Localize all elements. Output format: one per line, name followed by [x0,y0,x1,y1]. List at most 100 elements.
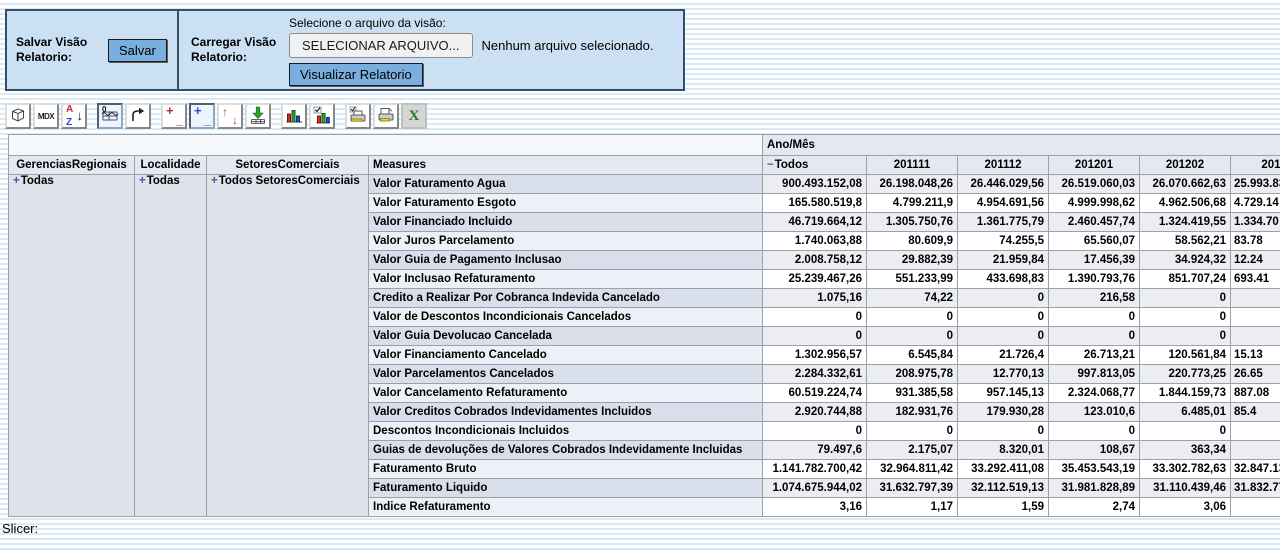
month-column-header[interactable]: 201203 [1231,156,1280,175]
pivot-thead: Ano/MêsGerenciasRegionaisLocalidadeSetor… [9,135,1280,175]
measure-name-cell: Valor Guia de Pagamento Inclusao [369,251,763,270]
pivot-table: Ano/MêsGerenciasRegionaisLocalidadeSetor… [8,134,1280,517]
value-cell: 1.740.063,88 [763,232,867,251]
value-cell: 900.493.152,08 [763,175,867,194]
value-cell: 12.770,13 [958,365,1049,384]
month-column-header[interactable]: −Todos [763,156,867,175]
value-cell: 0 [1049,422,1140,441]
value-cell: 0 [1140,289,1231,308]
value-cell: 887.08 [1231,384,1280,403]
value-cell: 26.65 [1231,365,1280,384]
drill-member-button[interactable]: +_ [161,103,187,129]
value-cell: 1,59 [958,498,1049,517]
measure-name-cell: Valor Creditos Cobrados Indevidamentes I… [369,403,763,422]
view-report-button[interactable]: Visualizar Relatorio [289,63,423,86]
value-cell: 216,58 [1049,289,1140,308]
value-cell: 26.198.048,26 [867,175,958,194]
value-cell: 26.519.060,03 [1049,175,1140,194]
chart-properties-button[interactable] [309,103,335,129]
month-column-header[interactable]: 201201 [1049,156,1140,175]
value-cell [1231,498,1280,517]
save-button[interactable]: Salvar [108,39,167,62]
value-cell: 2.920.744,88 [763,403,867,422]
swap-axes-arrow-icon [129,106,147,127]
zero-icon: 0 [102,105,106,114]
value-cell: 931.385,58 [867,384,958,403]
value-cell: 17.456,39 [1049,251,1140,270]
value-cell: 65.560,07 [1049,232,1140,251]
value-cell: 2.324.068,77 [1049,384,1140,403]
pivot-table-container: Ano/MêsGerenciasRegionaisLocalidadeSetor… [8,134,1280,517]
column-header: SetoresComerciais [207,156,369,175]
collapse-icon[interactable]: − [767,159,774,171]
month-column-header[interactable]: 201112 [958,156,1049,175]
drill-replace-button[interactable]: ↑↓ [217,103,243,129]
dimension-member-cell[interactable]: +Todos SetoresComerciais [207,175,369,517]
print-pdf-button[interactable] [373,103,399,129]
sort-button[interactable]: AZ↓ [61,103,87,129]
value-cell: 83.78 [1231,232,1280,251]
select-file-button[interactable]: SELECIONAR ARQUIVO... [289,33,473,58]
measures-tbody: +Todas+Todas+Todos SetoresComerciaisValo… [9,175,1280,517]
save-view-label: Salvar Visão Relatorio: [16,35,94,65]
export-excel-button[interactable]: X [401,103,427,129]
olap-navigator-button[interactable] [5,103,31,129]
measure-name-cell: Indice Refaturamento [369,498,763,517]
value-cell: 1.334.70 [1231,213,1280,232]
dimension-member-cell[interactable]: +Todas [135,175,207,517]
drill-position-button[interactable]: +_ [189,103,215,129]
value-cell: 0 [763,308,867,327]
mdx-editor-button[interactable]: MDX [33,103,59,129]
drill-through-button[interactable] [245,103,271,129]
value-cell: 1.844.159,73 [1140,384,1231,403]
value-cell: 3,06 [1140,498,1231,517]
value-cell: 123.010,6 [1049,403,1140,422]
value-cell: 165.580.519,8 [763,194,867,213]
value-cell: 0 [1140,308,1231,327]
drill-member-icon: +_ [165,107,183,125]
cube-icon [9,106,27,127]
value-cell: 6.485,01 [1140,403,1231,422]
value-cell: 0 [763,422,867,441]
column-header: GerenciasRegionais [9,156,135,175]
month-column-header[interactable]: 201111 [867,156,958,175]
value-cell: 29.882,39 [867,251,958,270]
column-header: Measures [369,156,763,175]
value-cell: 4.729.14 [1231,194,1280,213]
expand-icon[interactable]: + [13,175,20,187]
value-cell [1231,308,1280,327]
value-cell: 2.284.332,61 [763,365,867,384]
show-empty-cells-button[interactable]: 0 [97,103,123,129]
load-view-section: Carregar Visão Relatorio: Selecione o ar… [179,11,683,89]
measure-name-cell: Valor Financiado Incluido [369,213,763,232]
dimension-member-cell[interactable]: +Todas [9,175,135,517]
measure-name-cell: Descontos Incondicionais Incluidos [369,422,763,441]
value-cell: 0 [763,327,867,346]
month-column-header[interactable]: 201202 [1140,156,1231,175]
value-cell: 80.609,9 [867,232,958,251]
value-cell: 32.964.811,42 [867,460,958,479]
value-cell: 997.813,05 [1049,365,1140,384]
value-cell: 1.305.750,76 [867,213,958,232]
measure-name-cell: Valor Juros Parcelamento [369,232,763,251]
value-cell: 179.930,28 [958,403,1049,422]
mdx-icon: MDX [38,112,54,121]
value-cell: 851.707,24 [1140,270,1231,289]
value-cell: 26.070.662,63 [1140,175,1231,194]
print-properties-button[interactable] [345,103,371,129]
value-cell: 1.324.419,55 [1140,213,1231,232]
value-cell: 0 [867,327,958,346]
value-cell: 32.847.13 [1231,460,1280,479]
show-chart-button[interactable] [281,103,307,129]
expand-icon[interactable]: + [211,175,218,187]
chart-properties-icon [313,106,331,127]
drill-position-icon: +_ [193,107,211,125]
swap-axes-button[interactable] [125,103,151,129]
measure-name-cell: Credito a Realizar Por Cobranca Indevida… [369,289,763,308]
expand-icon[interactable]: + [139,175,146,187]
value-cell [1231,327,1280,346]
load-view-label: Carregar Visão Relatorio: [191,35,281,65]
column-header: Localidade [135,156,207,175]
value-cell: 32.112.519,13 [958,479,1049,498]
value-cell: 182.931,76 [867,403,958,422]
